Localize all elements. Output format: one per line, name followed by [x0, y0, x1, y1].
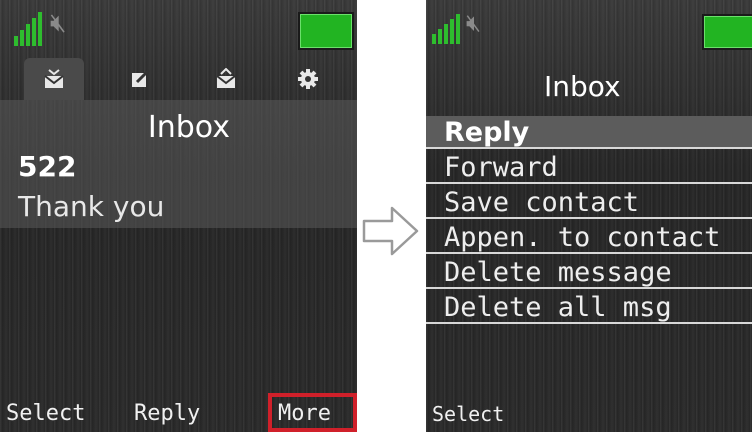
outbox-icon	[216, 68, 236, 88]
arrow-right-icon	[362, 206, 419, 256]
screen-title: Inbox	[147, 110, 230, 145]
menu-item-delete-message[interactable]: Delete message	[426, 256, 752, 289]
softkey-select[interactable]: Select	[432, 402, 504, 426]
message-sender[interactable]: 522	[18, 150, 76, 183]
screen-title: Inbox	[544, 70, 621, 103]
inbox-icon	[44, 69, 64, 88]
battery-icon	[298, 12, 354, 50]
mute-icon: 🔇︎	[50, 8, 67, 38]
mute-icon: 🔇︎	[466, 9, 482, 37]
menu-item-delete-all-msg[interactable]: Delete all msg	[426, 291, 752, 324]
tab-compose[interactable]	[110, 58, 170, 100]
signal-strength-icon	[432, 14, 460, 44]
softkey-select[interactable]: Select	[6, 401, 85, 426]
menu-item-save-contact[interactable]: Save contact	[426, 186, 752, 219]
menu-item-append-to-contact[interactable]: Appen. to contact	[426, 221, 752, 254]
battery-icon	[702, 14, 752, 50]
more-highlight-box	[268, 393, 357, 432]
signal-strength-icon	[14, 12, 42, 46]
phone-screen-more-menu: 🔇︎ Inbox Reply Forward Save contact Appe…	[426, 0, 752, 432]
menu-item-reply[interactable]: Reply	[426, 116, 752, 149]
tab-bar	[0, 58, 357, 100]
tab-inbox[interactable]	[24, 58, 84, 100]
tab-outbox[interactable]	[196, 58, 256, 100]
tab-settings[interactable]	[278, 58, 338, 100]
compose-icon	[132, 68, 151, 87]
message-body[interactable]: Thank you	[18, 190, 164, 223]
softkey-reply[interactable]: Reply	[134, 401, 200, 426]
settings-icon	[298, 69, 318, 89]
menu-item-forward[interactable]: Forward	[426, 151, 752, 184]
phone-screen-inbox: 🔇︎ Inbox 522 Thank you Select Reply More	[0, 0, 357, 432]
